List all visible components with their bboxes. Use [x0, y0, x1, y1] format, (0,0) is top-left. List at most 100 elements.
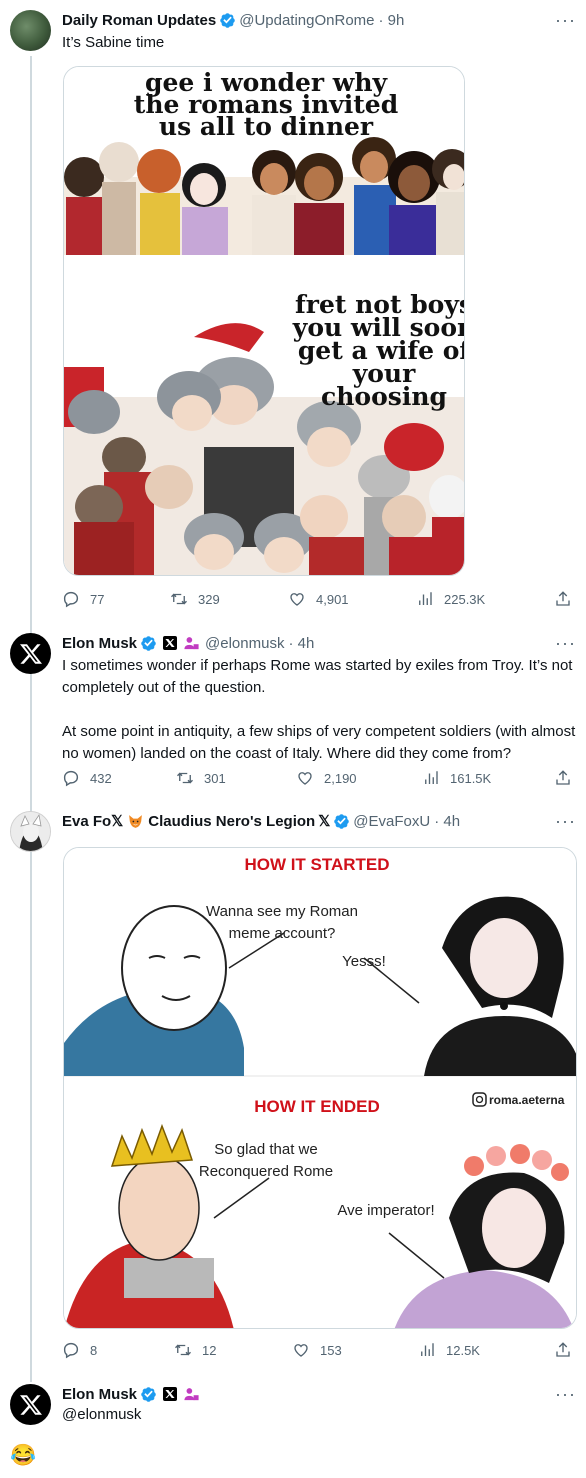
fox-emoji-icon [129, 814, 143, 828]
avatar[interactable] [10, 811, 51, 852]
share-button[interactable] [554, 1341, 572, 1363]
avatar[interactable] [10, 633, 51, 674]
reply-icon [63, 1342, 79, 1359]
views-count: 161.5K [450, 770, 492, 786]
avatar[interactable] [10, 10, 51, 51]
heart-icon [294, 1344, 308, 1357]
display-name[interactable]: Elon Musk [62, 1386, 137, 1403]
repost-count: 329 [198, 591, 220, 607]
display-name[interactable]: Elon Musk [62, 635, 137, 652]
meme-illustration: HOW IT STARTED Wanna see my Roman meme a… [64, 848, 576, 1328]
display-name[interactable]: Eva Fo𝕏 [62, 812, 123, 830]
tweet-header: Daily Roman Updates @UpdatingOnRome · 9h [62, 10, 556, 30]
x-logo-icon [19, 643, 42, 664]
repost-icon [171, 593, 187, 605]
tweet-image-meme-sabine[interactable]: gee i wonder why the romans invited us a… [63, 66, 465, 576]
caption-how-it-started: HOW IT STARTED [244, 855, 389, 874]
tweet-daily-roman[interactable]: Daily Roman Updates @UpdatingOnRome · 9h… [0, 0, 586, 620]
handle[interactable]: @elonmusk [62, 1404, 576, 1426]
tweet-text: It’s Sabine time [62, 34, 165, 51]
tweet-image-meme-roman-account[interactable]: HOW IT STARTED Wanna see my Roman meme a… [63, 847, 577, 1329]
women-group-illustration [64, 137, 464, 255]
reply-count: 77 [90, 591, 105, 607]
tweet-text: I sometimes wonder if perhaps Rome was s… [62, 657, 576, 762]
tweet-elon-musk[interactable]: Elon Musk @elonmusk · 4h ··· I sometimes… [0, 625, 586, 800]
display-name[interactable]: Daily Roman Updates [62, 12, 216, 29]
views-button[interactable]: 12.5K [418, 1341, 480, 1359]
views-icon [421, 1343, 434, 1356]
avatar[interactable] [10, 1384, 51, 1425]
timestamp[interactable]: · 4h [434, 813, 460, 830]
reply-button[interactable]: 77 [62, 590, 104, 608]
speech-line: Ave imperator! [337, 1202, 434, 1219]
like-count: 2,190 [324, 770, 357, 786]
repost-button[interactable]: 329 [170, 590, 220, 608]
tweet-elon-musk-reply[interactable]: Elon Musk ··· @elonmusk [0, 1380, 586, 1478]
tweet-header: Elon Musk [62, 1384, 556, 1404]
views-icon [425, 771, 438, 784]
views-count: 225.3K [444, 591, 486, 607]
reply-icon [63, 591, 79, 608]
reply-count: 432 [90, 770, 112, 786]
views-button[interactable]: 161.5K [422, 769, 491, 787]
like-count: 4,901 [316, 591, 349, 607]
action-bar: 77 329 4,901 225.3K [62, 590, 572, 610]
caption-line: us all to dinner [159, 112, 374, 141]
reply-button[interactable]: 432 [62, 769, 112, 787]
heart-icon [290, 593, 304, 606]
reply-icon [63, 770, 79, 787]
more-options-icon[interactable]: ··· [555, 1385, 576, 1403]
share-button[interactable] [554, 769, 572, 791]
timestamp[interactable]: · 9h [379, 12, 405, 29]
repost-count: 12 [202, 1342, 217, 1358]
verified-badge-icon [334, 813, 350, 829]
heart-icon [298, 772, 312, 785]
meme-illustration: gee i wonder why the romans invited us a… [64, 67, 464, 575]
speech-line: Reconquered Rome [199, 1163, 333, 1180]
action-bar: 432 301 2,190 161.5K [62, 769, 572, 789]
more-options-icon[interactable]: ··· [555, 11, 576, 29]
like-count: 153 [320, 1342, 342, 1358]
handle[interactable]: @elonmusk [205, 635, 284, 652]
speech-line: Yesss! [342, 953, 386, 970]
share-icon [556, 770, 570, 785]
caption-line: choosing [321, 382, 447, 411]
verified-badge-icon [141, 635, 156, 651]
repost-icon [175, 1344, 191, 1356]
reply-button[interactable]: 8 [62, 1341, 97, 1359]
gov-affiliate-icon [184, 636, 199, 649]
caption-how-it-ended: HOW IT ENDED [254, 1097, 380, 1116]
x-logo-icon [19, 1394, 42, 1415]
like-button[interactable]: 4,901 [288, 590, 349, 608]
repost-button[interactable]: 12 [174, 1341, 216, 1359]
views-count: 12.5K [446, 1342, 480, 1358]
timestamp[interactable]: · 4h [288, 635, 314, 652]
avatar-illustration [11, 812, 50, 851]
repost-button[interactable]: 301 [176, 769, 226, 787]
action-bar: 8 12 153 12.5K [62, 1341, 572, 1361]
views-icon [419, 592, 432, 605]
share-button[interactable] [554, 590, 572, 612]
display-name-legion[interactable]: Claudius Nero's Legion [148, 813, 315, 830]
tweet-eva-fox[interactable]: Eva Fo𝕏 Claudius Nero's Legion 𝕏 @EvaFox… [0, 805, 586, 1375]
repost-icon [177, 772, 193, 784]
views-button[interactable]: 225.3K [416, 590, 485, 608]
speech-line: So glad that we [214, 1141, 317, 1158]
verified-badge-icon [220, 12, 235, 28]
more-options-icon[interactable]: ··· [555, 634, 576, 652]
like-button[interactable]: 153 [292, 1341, 342, 1359]
tweet-header: Eva Fo𝕏 Claudius Nero's Legion 𝕏 @EvaFox… [62, 811, 556, 831]
x-affiliate-badge-icon [163, 1387, 178, 1401]
handle[interactable]: @UpdatingOnRome [239, 12, 374, 29]
verified-badge-icon [141, 1386, 156, 1402]
reply-count: 8 [90, 1342, 98, 1358]
reply-emoji-text: 😂 [10, 1444, 37, 1467]
like-button[interactable]: 2,190 [296, 769, 357, 787]
handle[interactable]: @EvaFoxU [353, 813, 430, 830]
speech-line: Wanna see my Roman [206, 903, 358, 920]
more-options-icon[interactable]: ··· [555, 812, 576, 830]
repost-count: 301 [204, 770, 226, 786]
x-affiliate-badge-icon [163, 636, 178, 650]
gov-affiliate-icon [184, 1387, 199, 1400]
share-icon [556, 591, 570, 606]
